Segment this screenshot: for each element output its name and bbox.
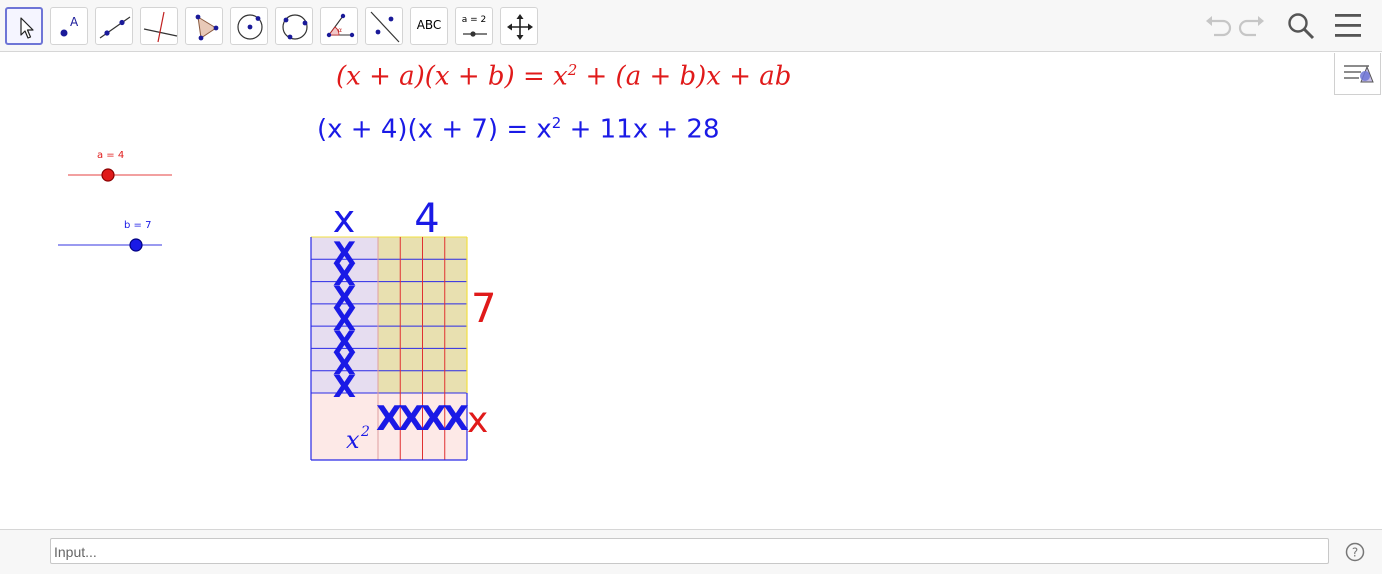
line-through-points-icon [99,16,131,39]
reflect-tool-button[interactable] [365,7,403,45]
polygon-icon [195,14,219,41]
general-identity-formula: (x + a)(x + b) = x2 + (a + b)x + ab [336,61,792,92]
right-x-label: x [467,400,488,441]
point-tool-button[interactable]: A [50,7,88,45]
reflect-about-line-icon [370,11,400,43]
toolbar: A α ABC a = 2 [0,0,1382,52]
slider-b-handle[interactable] [129,238,143,252]
slider-b[interactable] [52,232,172,258]
slider-a-handle[interactable] [101,168,115,182]
perpendicular-line-tool-button[interactable] [140,7,178,45]
style-bar-toggle-button[interactable] [1334,53,1381,95]
slider-a[interactable] [60,162,180,188]
line-tool-button[interactable] [95,7,133,45]
circle-center-point-tool-button[interactable] [230,7,268,45]
specific-identity-formula: (x + 4)(x + 7) = x2 + 11x + 28 [317,114,720,145]
svg-text:x: x [346,426,360,454]
redo-icon[interactable] [1238,10,1268,42]
slider-tool-button[interactable]: a = 2 [455,7,493,45]
move-tool-button[interactable] [5,7,43,45]
cursor-arrow-icon [20,17,34,39]
svg-text:α: α [338,27,342,34]
row-x-mark: X [443,399,469,439]
svg-text:?: ? [1352,546,1358,560]
menu-icon[interactable] [1333,10,1363,42]
area-model-diagram: XXXXXXXXXXX x 4 7 x x 2 [310,196,496,461]
svg-text:2: 2 [360,424,370,440]
slider-b-label: b = 7 [124,220,152,231]
search-icon[interactable] [1285,10,1317,42]
top-a-label: 4 [414,196,439,242]
point-icon: A [60,15,79,37]
circle-three-points-tool-button[interactable] [275,7,313,45]
column-x-mark: X [333,370,356,405]
perpendicular-line-icon [143,11,178,43]
algebra-input-field[interactable]: Input... [50,538,1329,564]
text-tool-button[interactable]: ABC [410,7,448,45]
angle-tool-button[interactable]: α [320,7,358,45]
slider-icon [463,31,487,37]
input-bar: Input... ? [0,529,1382,574]
help-icon[interactable]: ? [1345,542,1367,564]
move-arrows-icon [507,14,533,40]
top-x-label: x [333,197,356,241]
svg-text:A: A [70,15,79,29]
polygon-tool-button[interactable] [185,7,223,45]
text-tool-label: ABC [416,18,442,32]
undo-icon[interactable] [1202,10,1232,42]
circle-center-icon [237,14,263,40]
angle-icon: α [326,13,355,38]
graphics-style-icon [1344,65,1374,83]
move-graphics-view-tool-button[interactable] [500,7,538,45]
circle-three-points-icon [282,14,308,40]
right-b-label: 7 [471,286,496,332]
slider-a-label: a = 4 [97,150,125,161]
